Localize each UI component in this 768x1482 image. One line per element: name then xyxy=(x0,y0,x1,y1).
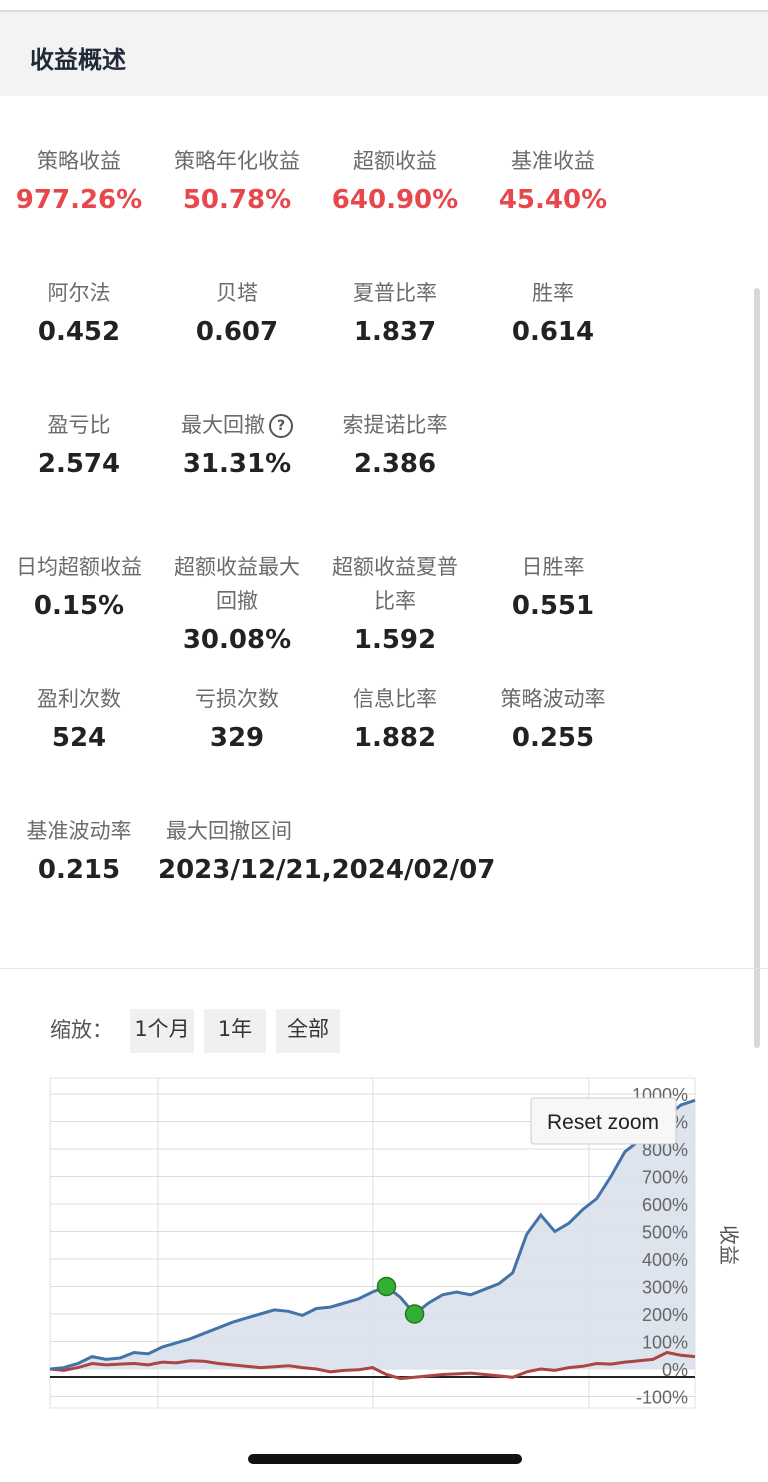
metric-label: 策略波动率 xyxy=(500,687,606,711)
metric-value: 0.607 xyxy=(195,317,279,347)
metric-excess-sharpe: 超额收益夏普 比率 1.592 xyxy=(316,550,474,658)
zoom-all-button[interactable]: 全部 xyxy=(276,1009,340,1053)
metric-label: 胜率 xyxy=(532,281,574,305)
metric-value: 329 xyxy=(209,723,265,753)
metric-value: 2023/12/21,2024/02/07 xyxy=(158,855,496,885)
metric-win-rate: 胜率 0.614 xyxy=(474,276,632,350)
y-tick-label: 500% xyxy=(642,1223,688,1243)
y-tick-label: 700% xyxy=(642,1168,688,1188)
metric-value: 1.592 xyxy=(353,625,437,655)
metric-value: 0.551 xyxy=(511,591,595,621)
metric-mdd-period: 最大回撤区间 2023/12/21,2024/02/07 xyxy=(158,814,498,888)
metric-value: 0.15% xyxy=(33,591,125,621)
metric-loss-count: 亏损次数 329 xyxy=(158,682,316,756)
section-divider xyxy=(0,968,768,969)
metric-label: 超额收益夏普 xyxy=(332,555,458,579)
metric-label: 日胜率 xyxy=(521,555,585,579)
y-tick-label: 400% xyxy=(642,1250,688,1270)
metric-label: 盈利次数 xyxy=(37,687,121,711)
metric-benchmark-return: 基准收益 45.40% xyxy=(474,144,632,218)
metric-value: 0.215 xyxy=(37,855,121,885)
home-indicator[interactable] xyxy=(248,1454,522,1464)
metric-label: 索提诺比率 xyxy=(342,413,448,437)
y-tick-label: 300% xyxy=(642,1278,688,1298)
metric-beta: 贝塔 0.607 xyxy=(158,276,316,350)
metric-alpha: 阿尔法 0.452 xyxy=(0,276,158,350)
metric-value: 30.08% xyxy=(182,625,292,655)
metric-label-line2: 回撤 xyxy=(216,589,258,613)
metric-label: 超额收益最大 xyxy=(174,555,300,579)
metric-label: 日均超额收益 xyxy=(16,555,142,579)
metric-value: 0.452 xyxy=(37,317,121,347)
metric-label: 最大回撤? xyxy=(158,408,316,442)
page-title: 收益概述 xyxy=(30,46,126,74)
metric-profit-count: 盈利次数 524 xyxy=(0,682,158,756)
metric-label: 信息比率 xyxy=(353,687,437,711)
metric-value: 640.90% xyxy=(331,185,459,215)
metric-value: 50.78% xyxy=(182,185,292,215)
metric-benchmark-vol: 基准波动率 0.215 xyxy=(0,814,158,888)
metric-sortino: 索提诺比率 2.386 xyxy=(316,408,474,482)
metric-value: 524 xyxy=(51,723,107,753)
metric-value: 45.40% xyxy=(498,185,608,215)
metric-daily-excess: 日均超额收益 0.15% xyxy=(0,550,158,624)
help-icon[interactable]: ? xyxy=(269,414,293,438)
metric-pl-ratio: 盈亏比 2.574 xyxy=(0,408,158,482)
drawdown-marker xyxy=(376,1276,397,1297)
reset-zoom-label[interactable]: Reset zoom xyxy=(547,1111,659,1134)
metric-label: 贝塔 xyxy=(216,281,258,305)
metric-label: 基准波动率 xyxy=(26,819,132,843)
y-tick-label: -100% xyxy=(636,1388,688,1408)
metric-label: 夏普比率 xyxy=(353,281,437,305)
metric-value: 0.614 xyxy=(511,317,595,347)
y-axis-label: 收益 xyxy=(717,1225,741,1265)
scrollbar[interactable] xyxy=(754,288,760,1048)
y-tick-label: 100% xyxy=(642,1333,688,1353)
y-tick-label: 0% xyxy=(662,1360,688,1380)
metric-label: 盈亏比 xyxy=(47,413,111,437)
metric-excess-return: 超额收益 640.90% xyxy=(316,144,474,218)
metric-strategy-return: 策略收益 977.26% xyxy=(0,144,158,218)
section-header: 收益概述 xyxy=(0,12,768,96)
metric-value: 2.574 xyxy=(37,449,121,479)
metric-value: 31.31% xyxy=(182,449,292,479)
zoom-label: 缩放： xyxy=(50,1018,113,1042)
metric-excess-mdd: 超额收益最大 回撤 30.08% xyxy=(158,550,316,658)
metric-label-text: 最大回撤 xyxy=(181,413,265,437)
y-tick-label: 600% xyxy=(642,1195,688,1215)
metric-value: 2.386 xyxy=(353,449,437,479)
metric-sharpe: 夏普比率 1.837 xyxy=(316,276,474,350)
metric-value: 1.882 xyxy=(353,723,437,753)
metric-annual-return: 策略年化收益 50.78% xyxy=(158,144,316,218)
zoom-1-year-button[interactable]: 1年 xyxy=(204,1009,266,1053)
returns-chart[interactable]: 1000%900%800%700%600%500%400%300%200%100… xyxy=(0,1070,768,1415)
metric-label: 策略年化收益 xyxy=(174,149,300,173)
y-tick-label: 200% xyxy=(642,1305,688,1325)
metric-label-line2: 比率 xyxy=(374,589,416,613)
metric-label: 策略收益 xyxy=(37,149,121,173)
metric-value: 1.837 xyxy=(353,317,437,347)
metric-value: 0.255 xyxy=(511,723,595,753)
metric-value: 977.26% xyxy=(15,185,143,215)
metric-daily-win-rate: 日胜率 0.551 xyxy=(474,550,632,624)
metric-info-ratio: 信息比率 1.882 xyxy=(316,682,474,756)
drawdown-marker xyxy=(404,1304,425,1324)
metric-label: 超额收益 xyxy=(353,149,437,173)
metric-strategy-vol: 策略波动率 0.255 xyxy=(474,682,632,756)
zoom-1-month-button[interactable]: 1个月 xyxy=(130,1009,194,1053)
metric-label: 阿尔法 xyxy=(47,281,111,305)
metric-label: 亏损次数 xyxy=(195,687,279,711)
metric-label: 最大回撤区间 xyxy=(166,819,292,843)
metric-max-drawdown: 最大回撤? 31.31% xyxy=(158,408,316,482)
metric-label: 基准收益 xyxy=(511,149,595,173)
